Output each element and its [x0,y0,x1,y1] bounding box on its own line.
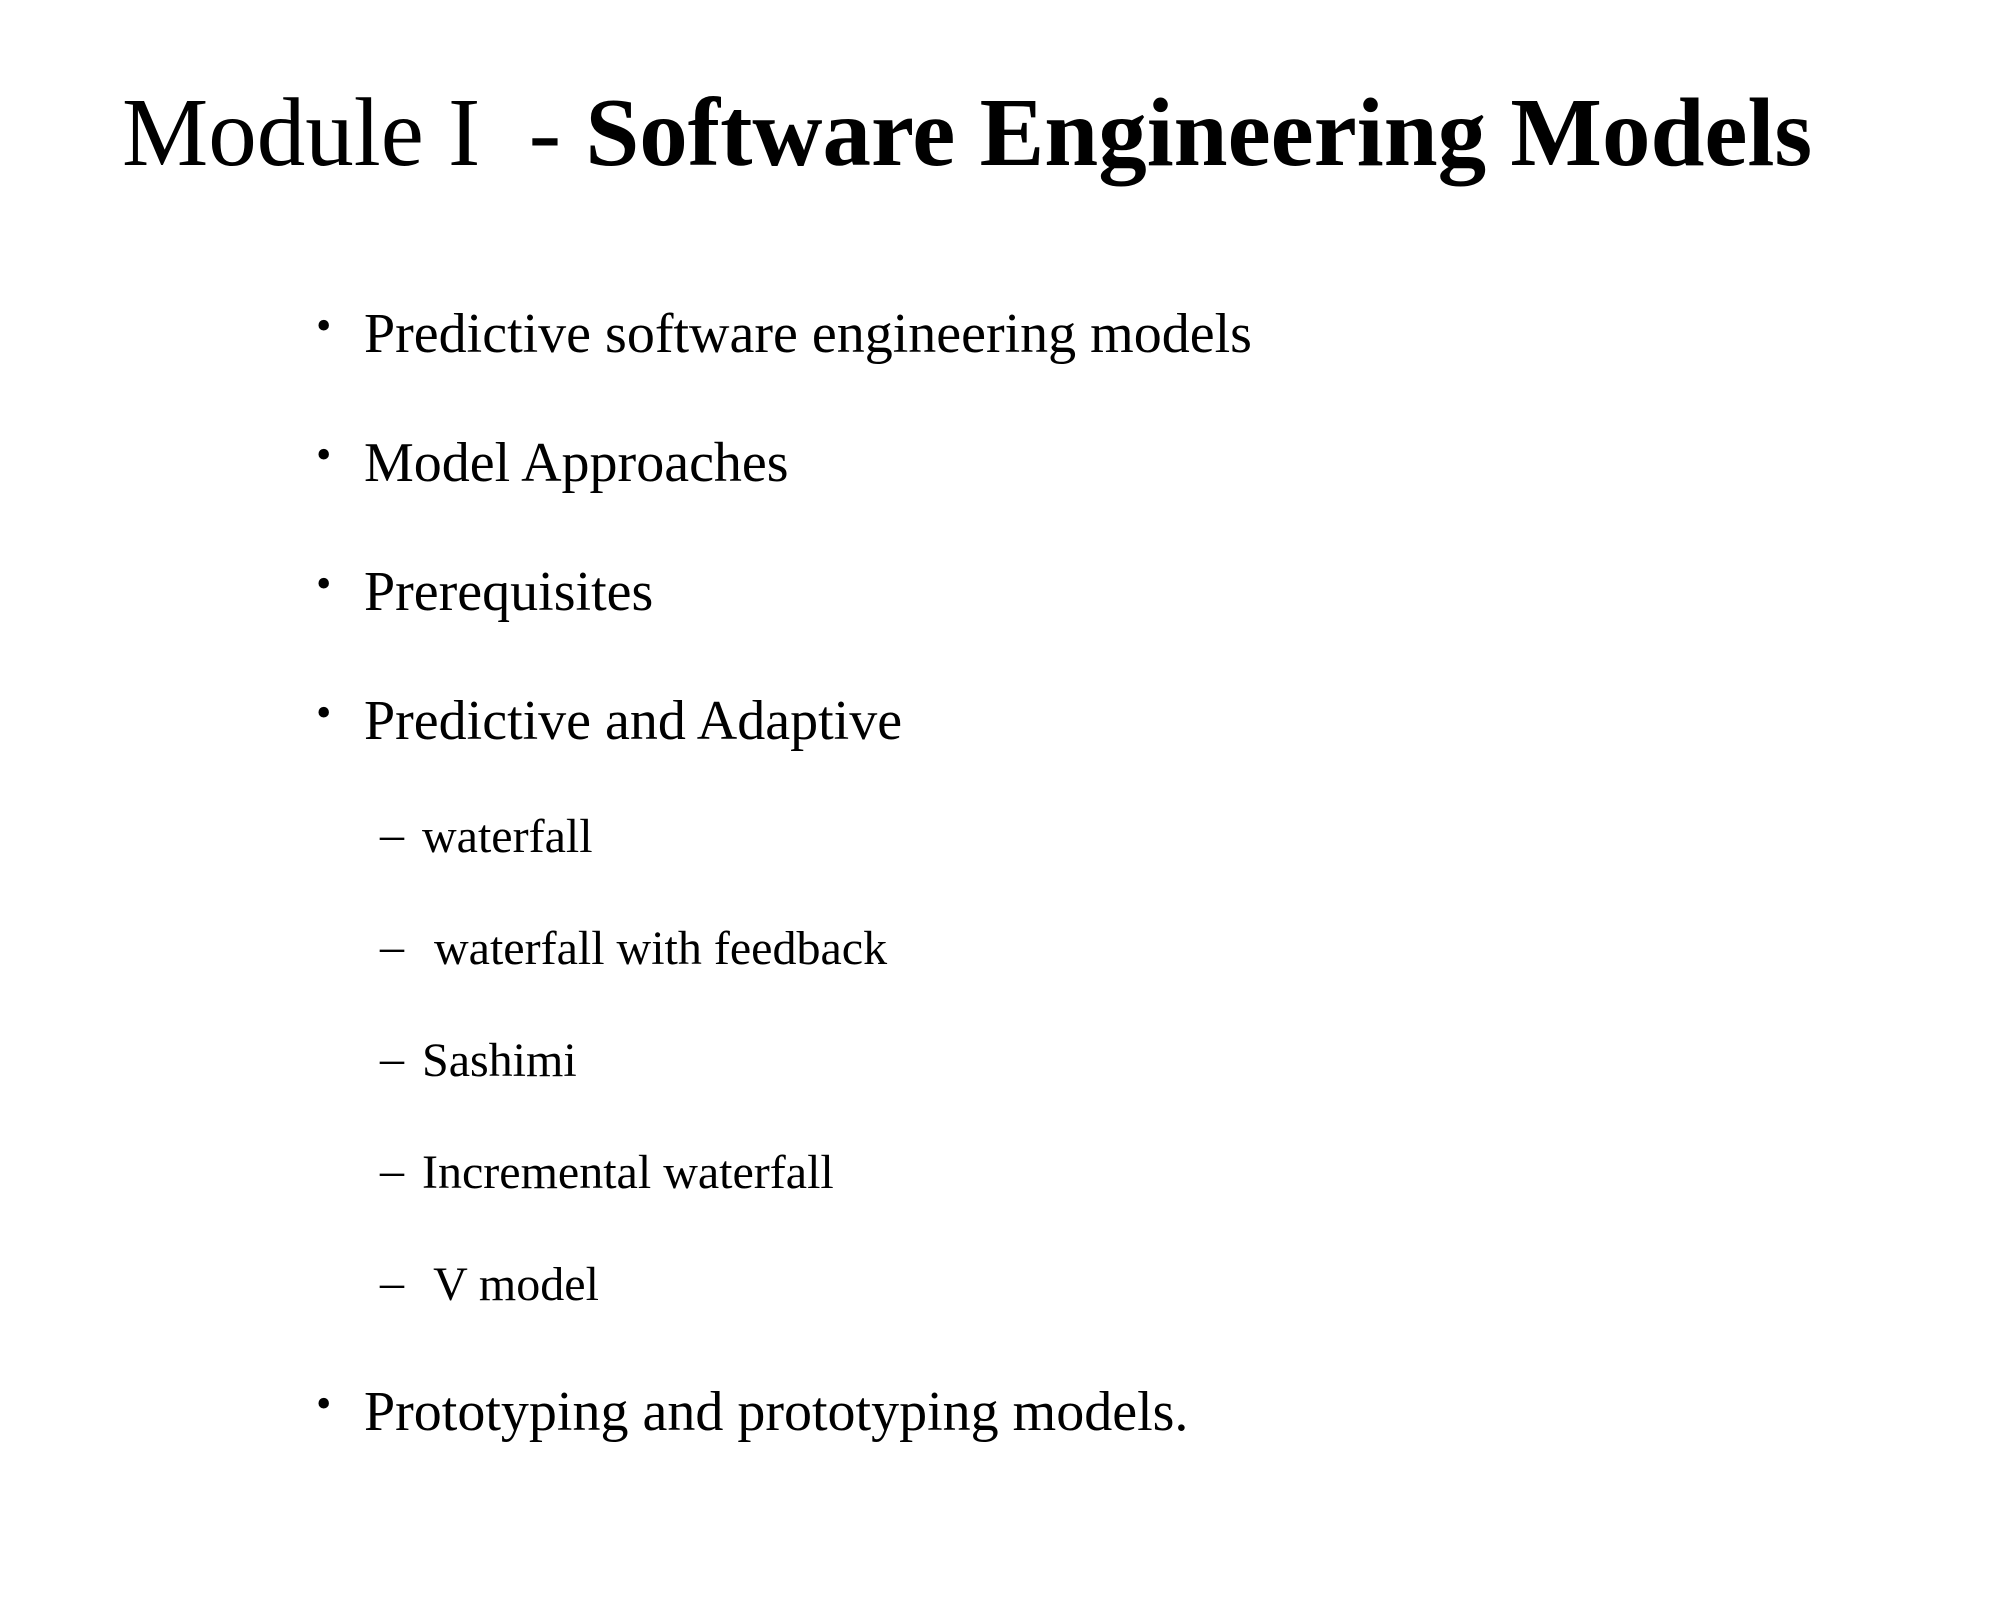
bullet-item: • Predictive and Adaptive [316,688,902,917]
title-strong: Software Engineering Models [585,79,1813,186]
sub-bullet-text: V model [422,1258,599,1311]
dash-icon: – [380,808,404,861]
slide: Module I - Software Engineering Models •… [0,0,2000,1500]
sub-bullet-text: Sashimi [422,1034,577,1087]
bullet-dot-icon: • [316,430,332,479]
bullet-text: Predictive and Adaptive [364,690,903,752]
dash-icon: – [380,920,404,973]
bullet-text: Prototyping and prototyping models. [364,1381,1189,1443]
dash-icon: – [380,1256,404,1309]
bullet-dot-icon: • [316,301,332,350]
bullet-item: • Prototyping and prototyping models. [316,1379,1188,1608]
dash-icon: – [380,1144,404,1197]
title-prefix: Module I - [122,79,586,186]
dash-icon: – [380,1032,404,1085]
bullet-text: Model Approaches [364,432,789,494]
bullet-dot-icon: • [316,1379,332,1428]
bullet-text: Prerequisites [364,561,654,623]
bullet-text: Predictive software engineering models [364,303,1252,365]
bullet-dot-icon: • [316,559,332,608]
slide-title: Module I - Software Engineering Models [122,79,1813,187]
bullet-dot-icon: • [316,688,332,737]
sub-bullet-text: Incremental waterfall [422,1146,834,1199]
sub-bullet-text: waterfall [422,810,593,863]
sub-bullet-text: waterfall with feedback [422,922,888,975]
